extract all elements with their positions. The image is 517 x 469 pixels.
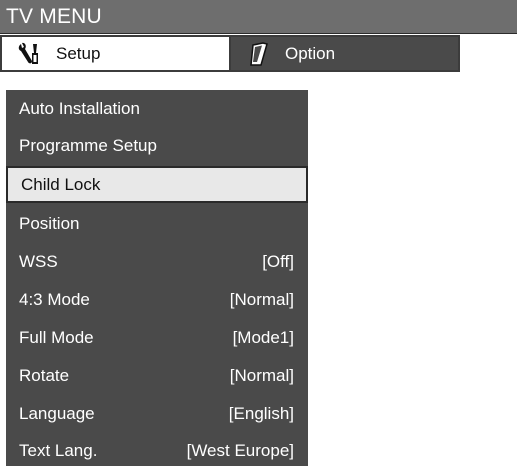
menu-item-label: Programme Setup	[19, 135, 157, 155]
menu-item-label: 4:3 Mode	[19, 289, 90, 309]
menu-item-value: [Normal]	[229, 365, 294, 385]
menu-item-value: [Mode1]	[232, 327, 294, 347]
setup-menu-list: Auto Installation Programme Setup Child …	[6, 90, 308, 466]
tab-bar: Setup Option	[0, 35, 460, 72]
title-bar: TV MENU	[0, 0, 517, 34]
menu-item-auto-installation[interactable]: Auto Installation	[6, 90, 308, 127]
menu-item-wss[interactable]: WSS [Off]	[6, 243, 308, 280]
menu-item-position[interactable]: Position	[6, 205, 308, 242]
tab-option[interactable]: Option	[230, 35, 460, 72]
remote-control-icon	[245, 41, 275, 67]
menu-item-label: Child Lock	[21, 174, 101, 194]
menu-item-label: Text Lang.	[19, 440, 98, 460]
wrench-screwdriver-icon	[16, 41, 46, 67]
menu-item-4-3-mode[interactable]: 4:3 Mode [Normal]	[6, 281, 308, 318]
menu-item-value: [West Europe]	[186, 440, 294, 460]
menu-item-programme-setup[interactable]: Programme Setup	[6, 127, 308, 164]
menu-item-label: Position	[19, 213, 80, 233]
menu-item-text-lang[interactable]: Text Lang. [West Europe]	[6, 432, 308, 469]
menu-item-label: WSS	[19, 251, 58, 271]
menu-item-rotate[interactable]: Rotate [Normal]	[6, 357, 308, 394]
tab-setup[interactable]: Setup	[0, 35, 230, 72]
menu-title: TV MENU	[6, 5, 102, 28]
menu-item-label: Auto Installation	[19, 98, 140, 118]
menu-item-label: Rotate	[19, 365, 70, 385]
menu-item-value: [Off]	[262, 251, 294, 271]
menu-item-label: Language	[19, 403, 95, 423]
tab-setup-label: Setup	[56, 43, 101, 63]
menu-item-label: Full Mode	[19, 327, 94, 347]
tab-option-label: Option	[285, 43, 336, 63]
menu-item-value: [English]	[228, 403, 294, 423]
menu-item-child-lock[interactable]: Child Lock	[6, 166, 308, 203]
menu-item-value: [Normal]	[229, 289, 294, 309]
menu-item-full-mode[interactable]: Full Mode [Mode1]	[6, 319, 308, 356]
menu-item-language[interactable]: Language [English]	[6, 395, 308, 432]
